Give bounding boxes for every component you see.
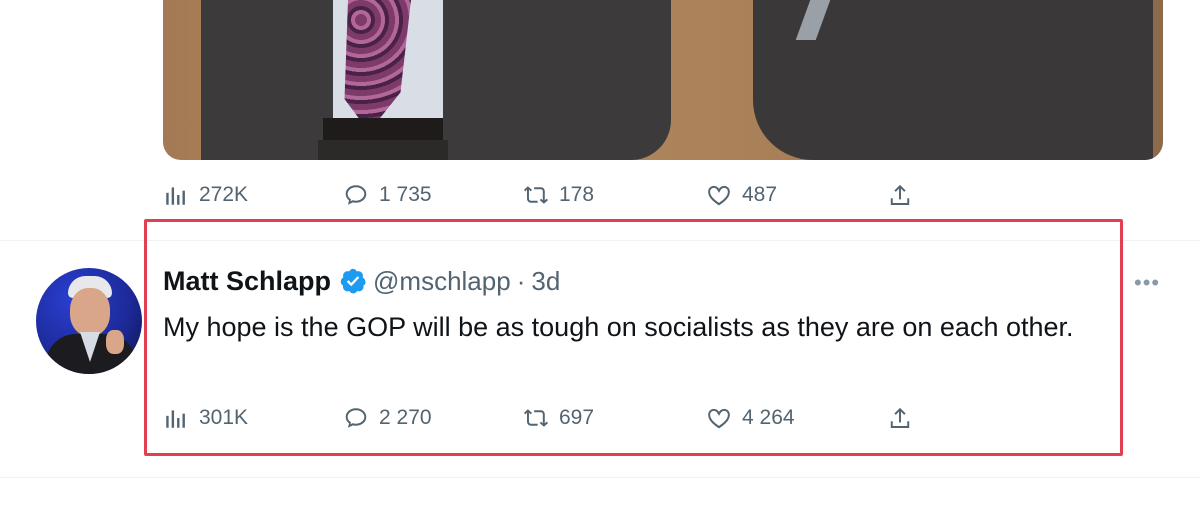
reply-count: 1 735 — [379, 183, 432, 206]
share-icon — [890, 184, 910, 205]
views-button[interactable]: 301K — [163, 398, 248, 438]
like-button[interactable]: 487 — [706, 175, 777, 215]
separator-dot: · — [516, 265, 526, 296]
views-button[interactable]: 272K — [163, 175, 248, 215]
retweet-button[interactable]: 697 — [523, 398, 594, 438]
avatar-hand — [106, 330, 124, 354]
share-button[interactable] — [887, 398, 913, 438]
previous-tweet-action-bar: 272K 1 735 178 487 — [163, 175, 923, 215]
reply-button[interactable]: 1 735 — [343, 175, 432, 215]
author-handle[interactable]: @mschlapp — [373, 266, 511, 297]
author-name[interactable]: Matt Schlapp — [163, 266, 331, 297]
like-icon — [708, 185, 730, 206]
views-count: 272K — [199, 183, 249, 206]
tweet-timestamp[interactable]: 3d — [531, 266, 560, 297]
retweet-button[interactable]: 178 — [523, 175, 594, 215]
views-icon — [166, 410, 185, 428]
reply-icon — [345, 185, 367, 205]
views-count: 301K — [199, 406, 249, 429]
avatar-face — [70, 288, 110, 336]
retweet-icon — [523, 186, 549, 204]
retweet-count: 697 — [559, 406, 595, 429]
tweet-divider — [0, 477, 1200, 478]
avatar[interactable] — [36, 268, 142, 374]
tweet-action-bar: 301K 2 270 697 4 264 — [163, 398, 923, 438]
like-icon — [708, 408, 730, 429]
tweet-header: Matt Schlapp @mschlapp · 3d — [163, 262, 560, 300]
tweet-text: My hope is the GOP will be as tough on s… — [163, 312, 1074, 342]
more-options-icon[interactable]: ••• — [1134, 270, 1160, 296]
like-button[interactable]: 4 264 — [706, 398, 795, 438]
share-icon — [890, 407, 910, 428]
views-icon — [166, 187, 185, 205]
retweet-count: 178 — [559, 183, 595, 206]
reply-count: 2 270 — [379, 406, 432, 429]
photo-trousers — [318, 140, 448, 160]
reply-icon — [345, 408, 367, 428]
tweet-media-photo[interactable] — [163, 0, 1163, 160]
reply-button[interactable]: 2 270 — [343, 398, 432, 438]
like-count: 4 264 — [742, 406, 795, 429]
photo-belt — [323, 118, 443, 142]
like-count: 487 — [742, 183, 778, 206]
retweet-icon — [523, 409, 549, 427]
verified-badge-icon — [340, 268, 366, 294]
share-button[interactable] — [887, 175, 913, 215]
